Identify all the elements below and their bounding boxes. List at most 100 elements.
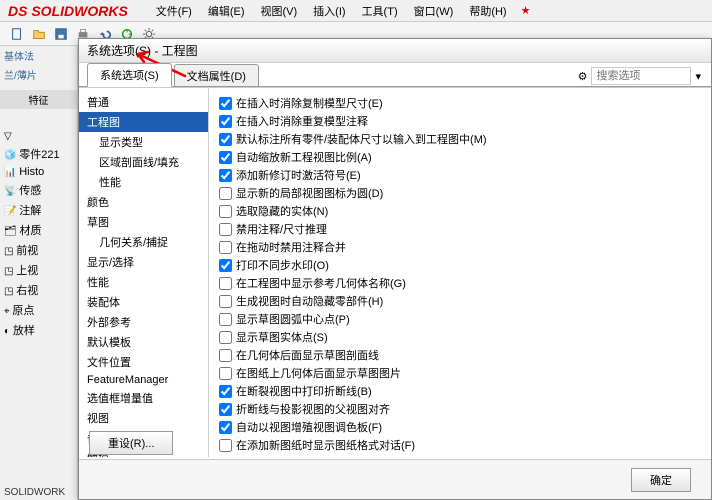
tree-item-4[interactable]: 性能	[79, 172, 208, 192]
check-label-1[interactable]: 在插入时消除重复模型注释	[236, 113, 368, 129]
checkbox-12[interactable]	[219, 313, 232, 326]
open-icon[interactable]	[30, 25, 48, 43]
search-options-input[interactable]	[591, 67, 691, 85]
gear-icon: ⚙	[578, 70, 588, 83]
checkbox-5[interactable]	[219, 187, 232, 200]
tree-item[interactable]: ◳ 前视	[0, 240, 77, 260]
tree-item-0[interactable]: 普通	[79, 92, 208, 112]
check-row-15: 在图纸上几何体后面显示草图图片	[219, 364, 701, 382]
checkbox-17[interactable]	[219, 403, 232, 416]
check-row-9: 打印不同步水印(O)	[219, 256, 701, 274]
tree-item[interactable]: ◳ 右视	[0, 280, 77, 300]
new-icon[interactable]	[8, 25, 26, 43]
check-label-0[interactable]: 在插入时消除复制模型尺寸(E)	[236, 95, 383, 111]
checkbox-15[interactable]	[219, 367, 232, 380]
check-label-14[interactable]: 在几何体后面显示草图剖面线	[236, 347, 379, 363]
check-row-6: 选取隐藏的实体(N)	[219, 202, 701, 220]
tree-item-6[interactable]: 草图	[79, 212, 208, 232]
tree-item-3[interactable]: 区域剖面线/填充	[79, 152, 208, 172]
search-dropdown-icon[interactable]: ▾	[695, 70, 701, 83]
check-row-10: 在工程图中显示参考几何体名称(G)	[219, 274, 701, 292]
check-label-20[interactable]: 在尺寸被删除或编辑(添加或更改公差、文本等…)时减少间距	[236, 455, 529, 457]
tree-item[interactable]: 📝 注解	[0, 200, 77, 220]
tree-item-12[interactable]: 默认模板	[79, 332, 208, 352]
check-row-8: 在拖动时禁用注释合并	[219, 238, 701, 256]
options-category-tree[interactable]: 普通工程图显示类型区域剖面线/填充性能颜色草图几何关系/捕捉显示/选择性能装配体…	[79, 88, 209, 457]
tab-document-properties[interactable]: 文档属性(D)	[174, 64, 259, 87]
tree-item[interactable]: ◐ 放样	[0, 320, 77, 340]
check-label-9[interactable]: 打印不同步水印(O)	[236, 257, 329, 273]
tree-item-7[interactable]: 几何关系/捕捉	[79, 232, 208, 252]
checkbox-8[interactable]	[219, 241, 232, 254]
tree-item-14[interactable]: FeatureManager	[79, 372, 208, 388]
checkbox-6[interactable]	[219, 205, 232, 218]
tree-item-5[interactable]: 颜色	[79, 192, 208, 212]
checkbox-10[interactable]	[219, 277, 232, 290]
checkbox-1[interactable]	[219, 115, 232, 128]
tree-item[interactable]: ⌖ 原点	[0, 300, 77, 320]
check-row-7: 禁用注释/尺寸推理	[219, 220, 701, 238]
check-label-15[interactable]: 在图纸上几何体后面显示草图图片	[236, 365, 401, 381]
checkbox-3[interactable]	[219, 151, 232, 164]
check-label-7[interactable]: 禁用注释/尺寸推理	[236, 221, 327, 237]
menu-view[interactable]: 视图(V)	[253, 0, 306, 22]
menu-tools[interactable]: 工具(T)	[354, 0, 406, 22]
check-label-4[interactable]: 添加新修订时激活符号(E)	[236, 167, 361, 183]
check-label-17[interactable]: 折断线与投影视图的父视图对齐	[236, 401, 390, 417]
tree-item[interactable]: 📡 传感	[0, 180, 77, 200]
check-label-5[interactable]: 显示新的局部视图图标为圆(D)	[236, 185, 383, 201]
check-label-19[interactable]: 在添加新图纸时显示图纸格式对话(F)	[236, 437, 415, 453]
menu-insert[interactable]: 插入(I)	[305, 0, 353, 22]
checkbox-19[interactable]	[219, 439, 232, 452]
check-label-11[interactable]: 生成视图时自动隐藏零部件(H)	[236, 293, 383, 309]
menu-help[interactable]: 帮助(H)	[461, 0, 514, 22]
check-label-16[interactable]: 在断裂视图中打印折断线(B)	[236, 383, 372, 399]
checkbox-4[interactable]	[219, 169, 232, 182]
checkbox-14[interactable]	[219, 349, 232, 362]
tree-item[interactable]: ◳ 上视	[0, 260, 77, 280]
tree-item-10[interactable]: 装配体	[79, 292, 208, 312]
check-label-6[interactable]: 选取隐藏的实体(N)	[236, 203, 328, 219]
tree-item-9[interactable]: 性能	[79, 272, 208, 292]
filter-icon[interactable]: ▽	[0, 129, 77, 144]
checkbox-16[interactable]	[219, 385, 232, 398]
checkbox-9[interactable]	[219, 259, 232, 272]
menu-window[interactable]: 窗口(W)	[406, 0, 462, 22]
check-label-13[interactable]: 显示草图实体点(S)	[236, 329, 328, 345]
save-icon[interactable]	[52, 25, 70, 43]
check-label-2[interactable]: 默认标注所有零件/装配体尺寸以输入到工程图中(M)	[236, 131, 487, 147]
check-label-12[interactable]: 显示草图圆弧中心点(P)	[236, 311, 350, 327]
check-label-10[interactable]: 在工程图中显示参考几何体名称(G)	[236, 275, 406, 291]
check-label-8[interactable]: 在拖动时禁用注释合并	[236, 239, 346, 255]
options-checklist: 在插入时消除复制模型尺寸(E) 在插入时消除重复模型注释默认标注所有零件/装配体尺…	[209, 88, 711, 457]
ok-button[interactable]: 确定	[631, 468, 691, 492]
menu-edit[interactable]: 编辑(E)	[200, 0, 253, 22]
tree-item[interactable]: 🗂 材质	[0, 220, 77, 240]
reset-button[interactable]: 重设(R)...	[89, 431, 173, 455]
star-icon[interactable]: ★	[521, 4, 531, 17]
check-row-1: 在插入时消除重复模型注释	[219, 112, 701, 130]
tree-item-13[interactable]: 文件位置	[79, 352, 208, 372]
checkbox-2[interactable]	[219, 133, 232, 146]
checkbox-0[interactable]	[219, 97, 232, 110]
feature-tab[interactable]: 特征	[0, 90, 77, 109]
check-row-13: 显示草图实体点(S)	[219, 328, 701, 346]
check-label-3[interactable]: 自动缩放新工程视图比例(A)	[236, 149, 372, 165]
checkbox-11[interactable]	[219, 295, 232, 308]
tree-item-16[interactable]: 视图	[79, 408, 208, 428]
check-label-18[interactable]: 自动以视图增殖视图调色板(F)	[236, 419, 382, 435]
menu-file[interactable]: 文件(F)	[148, 0, 200, 22]
tree-item-11[interactable]: 外部参考	[79, 312, 208, 332]
tree-item-2[interactable]: 显示类型	[79, 132, 208, 152]
tab-system-options[interactable]: 系统选项(S)	[87, 63, 172, 87]
tree-item-8[interactable]: 显示/选择	[79, 252, 208, 272]
part-node[interactable]: 🧊 零件221	[0, 144, 77, 164]
checkbox-20[interactable]	[219, 457, 232, 458]
tree-item-1[interactable]: 工程图	[79, 112, 208, 132]
checkbox-7[interactable]	[219, 223, 232, 236]
checkbox-18[interactable]	[219, 421, 232, 434]
tree-item-15[interactable]: 选值框增量值	[79, 388, 208, 408]
dialog-title: 系统选项(S) - 工程图	[79, 39, 711, 63]
checkbox-13[interactable]	[219, 331, 232, 344]
tree-item[interactable]: 📊 Histo	[0, 164, 77, 180]
